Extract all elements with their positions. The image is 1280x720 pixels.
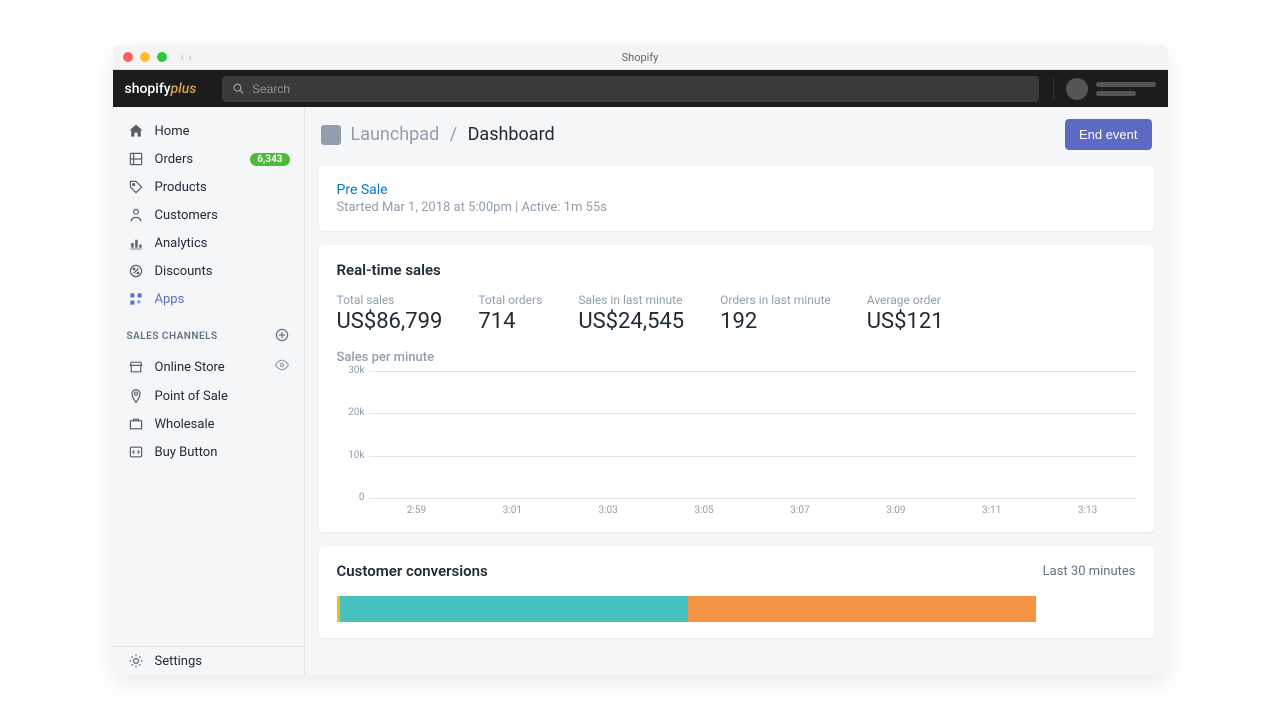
view-store-icon[interactable] bbox=[274, 357, 290, 377]
avatar bbox=[1066, 78, 1088, 100]
sidebar-item-products[interactable]: Products bbox=[113, 173, 304, 201]
event-subtitle: Started Mar 1, 2018 at 5:00pm | Active: … bbox=[337, 200, 1136, 215]
conversion-funnel bbox=[337, 596, 1136, 622]
brand-logo: shopifyplus bbox=[125, 81, 197, 97]
metrics-title: Real-time sales bbox=[337, 261, 1136, 279]
sidebar-item-apps[interactable]: Apps bbox=[113, 285, 304, 313]
titlebar: ‹ › Shopify bbox=[113, 45, 1168, 70]
metric: Average orderUS$121 bbox=[867, 293, 944, 334]
apps-icon bbox=[127, 290, 145, 308]
home-icon bbox=[127, 122, 145, 140]
window-title: Shopify bbox=[622, 51, 659, 64]
nav-arrows: ‹ › bbox=[181, 50, 192, 64]
close-window-button[interactable] bbox=[123, 52, 133, 62]
channel-online-store[interactable]: Online Store bbox=[113, 352, 304, 382]
channels-header: SALES CHANNELS bbox=[113, 313, 304, 352]
sidebar-item-analytics[interactable]: Analytics bbox=[113, 229, 304, 257]
main-content: Launchpad / Dashboard End event Pre Sale… bbox=[305, 107, 1168, 675]
topbar: shopifyplus bbox=[113, 70, 1168, 107]
orders-badge: 6,343 bbox=[250, 153, 289, 166]
user-icon bbox=[127, 206, 145, 224]
channel-buy-button[interactable]: Buy Button bbox=[113, 438, 304, 466]
sidebar-item-home[interactable]: Home bbox=[113, 117, 304, 145]
sidebar: Home Orders 6,343 Products Customers Ana… bbox=[113, 107, 305, 675]
forward-button[interactable]: › bbox=[188, 50, 192, 64]
wholesale-icon bbox=[127, 415, 145, 433]
sidebar-item-customers[interactable]: Customers bbox=[113, 201, 304, 229]
conversions-period: Last 30 minutes bbox=[1043, 564, 1136, 579]
breadcrumb-root[interactable]: Launchpad bbox=[351, 124, 440, 145]
channel-pos[interactable]: Point of Sale bbox=[113, 382, 304, 410]
launchpad-icon bbox=[321, 125, 341, 145]
search-box[interactable] bbox=[222, 76, 1038, 102]
breadcrumb-leaf: Dashboard bbox=[468, 124, 555, 145]
tag-icon bbox=[127, 178, 145, 196]
profile-menu[interactable] bbox=[1053, 78, 1156, 100]
app-window: ‹ › Shopify shopifyplus Home bbox=[113, 45, 1168, 675]
end-event-button[interactable]: End event bbox=[1065, 119, 1152, 150]
channel-wholesale[interactable]: Wholesale bbox=[113, 410, 304, 438]
search-input[interactable] bbox=[252, 82, 1029, 96]
conversions-card: Customer conversions Last 30 minutes bbox=[319, 546, 1154, 638]
metric: Total orders714 bbox=[478, 293, 542, 334]
chart-title: Sales per minute bbox=[337, 350, 1136, 365]
sidebar-item-orders[interactable]: Orders 6,343 bbox=[113, 145, 304, 173]
discount-icon bbox=[127, 262, 145, 280]
sidebar-item-discounts[interactable]: Discounts bbox=[113, 257, 304, 285]
chart-icon bbox=[127, 234, 145, 252]
pin-icon bbox=[127, 387, 145, 405]
metric: Sales in last minuteUS$24,545 bbox=[578, 293, 684, 334]
search-icon bbox=[232, 82, 246, 96]
orders-icon bbox=[127, 150, 145, 168]
sidebar-item-settings[interactable]: Settings bbox=[113, 646, 304, 675]
conversions-title: Customer conversions bbox=[337, 562, 488, 580]
metrics-card: Real-time sales Total salesUS$86,799 Tota… bbox=[319, 245, 1154, 532]
sales-chart: 30k20k10k0 2:593:013:033:053:073:093:113… bbox=[337, 371, 1136, 516]
store-icon bbox=[127, 358, 145, 376]
window-controls bbox=[123, 52, 167, 62]
metric: Orders in last minute192 bbox=[720, 293, 831, 334]
funnel-segment bbox=[340, 596, 688, 622]
event-card: Pre Sale Started Mar 1, 2018 at 5:00pm |… bbox=[319, 166, 1154, 231]
code-icon bbox=[127, 443, 145, 461]
add-channel-button[interactable] bbox=[274, 327, 290, 346]
event-name-link[interactable]: Pre Sale bbox=[337, 182, 1136, 198]
gear-icon bbox=[127, 652, 145, 670]
metric: Total salesUS$86,799 bbox=[337, 293, 443, 334]
minimize-window-button[interactable] bbox=[140, 52, 150, 62]
breadcrumb: Launchpad / Dashboard bbox=[351, 124, 555, 145]
funnel-segment bbox=[688, 596, 1036, 622]
page-header: Launchpad / Dashboard End event bbox=[305, 107, 1168, 162]
back-button[interactable]: ‹ bbox=[181, 50, 185, 64]
maximize-window-button[interactable] bbox=[157, 52, 167, 62]
